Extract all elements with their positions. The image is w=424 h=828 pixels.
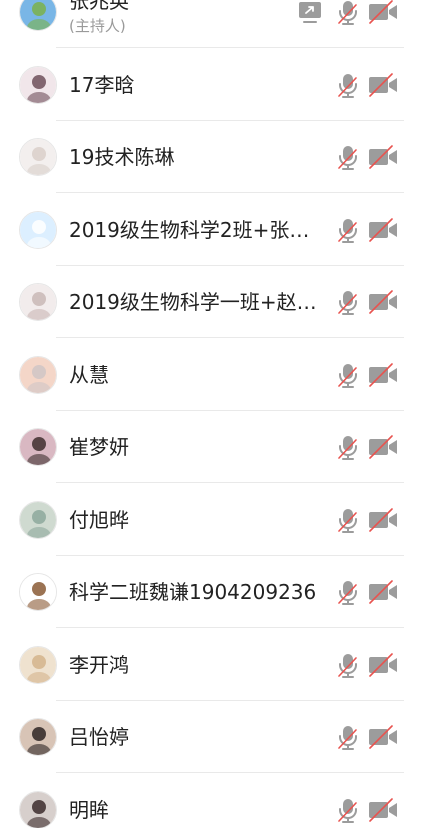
participant-name: 从慧 [69,362,109,387]
camera-off-icon[interactable] [368,433,398,461]
participant-row[interactable]: 吕怡婷 [0,701,424,773]
camera-off-icon[interactable] [368,71,398,99]
mic-muted-icon[interactable] [334,216,362,244]
selfie-avatar [19,718,57,756]
participant-row[interactable]: 19技术陈琳 [0,121,424,193]
participant-name: 崔梦妍 [69,435,129,459]
participant-name: 张兆英 [69,0,129,13]
participant-name: 17李晗 [69,72,135,97]
camera-off-icon[interactable] [368,651,398,679]
camera-off-icon[interactable] [368,288,398,316]
participant-name: 李开鸿 [69,652,129,677]
bear-avatar [19,573,57,611]
mic-muted-icon[interactable] [334,361,362,389]
camera-off-icon[interactable] [368,723,398,751]
portrait-avatar [19,790,57,828]
participant-row[interactable]: 崔梦妍 [0,411,424,483]
participant-name: 付旭晔 [69,507,129,532]
participant-list: 张兆英 (主持人) 17李晗 19技术陈琳 2019级生物科学2班+张彭… 2019级生物… [0,0,424,828]
girl-photo-avatar [19,428,57,466]
participant-name: 2019级生物科学2班+张彭… [69,217,320,242]
screen-share-icon[interactable] [296,0,324,26]
camera-off-icon[interactable] [368,578,398,606]
dog-avatar [19,645,57,684]
mic-muted-icon[interactable] [334,433,362,461]
participant-row[interactable]: 2019级生物科学一班+赵建… [0,266,424,338]
mic-muted-icon[interactable] [334,578,362,606]
cartoon-girl-avatar [19,65,57,104]
mic-muted-icon[interactable] [334,506,362,534]
camera-off-icon[interactable] [368,216,398,244]
camera-off-icon[interactable] [368,143,398,171]
participant-row[interactable]: 明眸 [0,774,424,828]
mic-muted-icon[interactable] [334,71,362,99]
camera-off-icon[interactable] [368,361,398,389]
participant-name: 明眸 [69,797,109,822]
participant-row[interactable]: 付旭晔 [0,484,424,556]
participant-row[interactable]: 李开鸿 [0,629,424,701]
mic-muted-icon[interactable] [334,723,362,751]
panda-avatar [19,210,57,249]
mic-muted-icon[interactable] [334,0,362,26]
mic-muted-icon[interactable] [334,143,362,171]
participant-name: 科学二班魏谦1904209236 [69,580,317,604]
camera-off-icon[interactable] [368,796,398,824]
host-label: (主持人) [69,17,126,35]
bunny-avatar [19,355,57,394]
participant-name: 2019级生物科学一班+赵建… [69,290,320,314]
mic-muted-icon[interactable] [334,288,362,316]
participant-row[interactable]: 2019级生物科学2班+张彭… [0,194,424,266]
camera-off-icon[interactable] [368,0,398,26]
participant-name: 19技术陈琳 [69,145,175,169]
mic-muted-icon[interactable] [334,796,362,824]
camera-off-icon[interactable] [368,506,398,534]
landscape-avatar [19,0,57,31]
illustration-avatar [19,283,57,321]
participant-row[interactable]: 17李晗 [0,49,424,121]
participant-row[interactable]: 科学二班魏谦1904209236 [0,556,424,628]
scenery-avatar [19,500,57,539]
participant-name: 吕怡婷 [69,725,129,749]
mic-muted-icon[interactable] [334,651,362,679]
anime-girl-avatar [19,138,57,176]
participant-row[interactable]: 张兆英 (主持人) [0,0,424,48]
participant-row[interactable]: 从慧 [0,339,424,411]
